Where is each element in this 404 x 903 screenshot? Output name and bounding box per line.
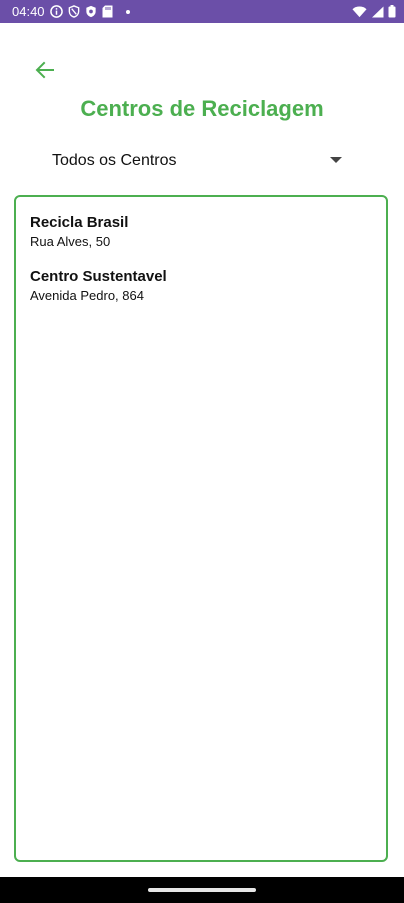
page-title: Centros de Reciclagem — [80, 96, 324, 121]
navigation-bar — [0, 877, 404, 903]
status-time: 04:40 — [12, 4, 45, 19]
list-item[interactable]: Centro Sustentavel Avenida Pedro, 864 — [30, 267, 372, 305]
sd-card-icon — [102, 5, 113, 18]
center-name: Recicla Brasil — [30, 214, 129, 231]
arrow-left-icon — [35, 61, 55, 79]
status-right — [352, 5, 396, 18]
shield-icon — [85, 5, 97, 18]
status-left: 04:40 — [12, 4, 130, 19]
centers-list[interactable]: Recicla Brasil Rua Alves, 50 Centro Sust… — [14, 195, 388, 862]
dot-icon — [125, 9, 130, 14]
screen: 04:40 Centros de Reciclagem Todos os Cen… — [0, 0, 404, 903]
wifi-icon — [352, 6, 367, 18]
dropdown-selected-value: Todos os Centros — [52, 152, 177, 169]
center-filter-dropdown[interactable]: Todos os Centros — [40, 146, 350, 176]
back-button[interactable] — [30, 56, 60, 84]
center-address: Avenida Pedro, 864 — [30, 288, 144, 303]
battery-icon — [388, 5, 396, 18]
dropdown-arrow-icon — [330, 157, 342, 163]
signal-icon — [371, 6, 384, 18]
center-name: Centro Sustentavel — [30, 268, 167, 285]
status-bar: 04:40 — [0, 0, 404, 23]
shield-outline-icon — [68, 5, 80, 18]
center-address: Rua Alves, 50 — [30, 234, 111, 249]
info-icon — [49, 5, 63, 18]
home-indicator[interactable] — [148, 888, 256, 892]
list-item[interactable]: Recicla Brasil Rua Alves, 50 — [30, 213, 372, 251]
